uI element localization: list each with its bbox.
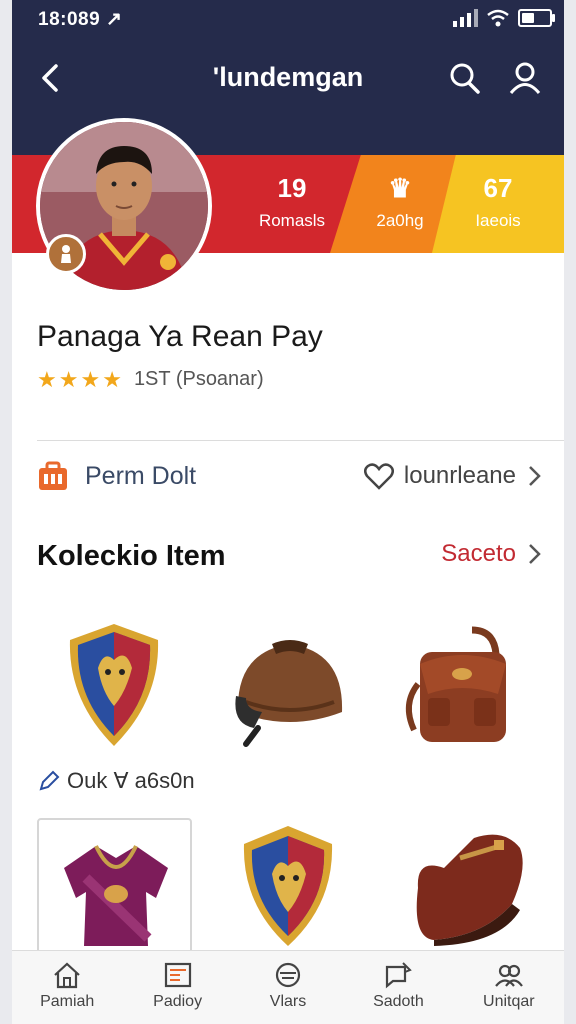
favorite-label: lounrleane <box>403 462 516 489</box>
see-all-label: Saceto <box>441 540 516 567</box>
tab-label: Vlars <box>269 993 307 1010</box>
player-name: Panaga Ya Rean Pay <box>37 320 323 353</box>
chevron-right-icon <box>529 544 541 564</box>
crest-icon[interactable] <box>64 620 164 750</box>
search-icon[interactable] <box>448 60 482 96</box>
edit-icon <box>39 770 60 791</box>
tab-home[interactable]: Pamiah <box>12 951 122 1024</box>
stat-label: Iaeois <box>475 211 521 230</box>
divider <box>37 440 564 441</box>
profile-icon[interactable] <box>508 60 542 96</box>
signal-icon <box>453 9 478 27</box>
tab-label: Sadoth <box>373 993 424 1010</box>
tab-label: Pamiah <box>40 993 95 1010</box>
jersey-icon[interactable] <box>56 838 176 948</box>
news-icon <box>164 962 191 988</box>
perm-dolt-button[interactable]: Perm Dolt <box>37 458 196 494</box>
tab-label: Unitqar <box>483 993 535 1010</box>
wifi-icon <box>487 9 509 27</box>
star-icon: ★ <box>58 366 79 392</box>
sub-label: Ouk ∀ a6s0n <box>37 768 195 794</box>
tab-community[interactable]: Unitqar <box>454 951 564 1024</box>
rating: ★ ★ ★ ★ 1ST (Psoanar) <box>37 368 264 391</box>
badge-icon <box>46 234 86 274</box>
tab-chat[interactable]: Sadoth <box>343 951 453 1024</box>
store-icon <box>39 461 67 490</box>
stat-label: Romasls <box>258 211 326 230</box>
home-icon <box>54 962 80 989</box>
users-icon <box>494 964 523 987</box>
chat-icon <box>386 962 413 989</box>
sub-label-text: Ouk ∀ a6s0n <box>67 768 195 793</box>
stat-romasls[interactable]: 19 Romasls <box>232 155 352 253</box>
star-icon: ★ <box>102 366 122 392</box>
rating-text: 1ST (Psoanar) <box>133 368 264 390</box>
section-title: Koleckio Item <box>37 540 226 572</box>
heart-icon <box>363 463 394 490</box>
ball-icon <box>275 962 301 988</box>
phone-screen: 18:089 ↗ 'lundemgan 19 Romasls ♛ 2a0hg 6… <box>12 0 564 1024</box>
star-icon: ★ <box>37 366 57 392</box>
status-icons <box>452 8 555 28</box>
helmet-icon[interactable] <box>228 632 352 750</box>
status-time: 18:089 ↗ <box>38 9 123 30</box>
shoe-icon[interactable] <box>404 828 534 946</box>
tab-news[interactable]: Padioy <box>122 951 232 1024</box>
perm-dolt-label: Perm Dolt <box>85 461 197 490</box>
star-icon: ★ <box>80 366 101 392</box>
tab-label: Padioy <box>153 993 203 1010</box>
see-all-link[interactable]: Saceto <box>441 540 542 568</box>
tab-matches[interactable]: Vlars <box>233 951 343 1024</box>
tab-bar: Pamiah Padioy Vlars Sadoth Unitqar <box>12 950 564 1024</box>
stat-value: 19 <box>277 173 307 203</box>
crest-icon[interactable] <box>238 824 338 950</box>
backpack-icon[interactable] <box>398 624 518 750</box>
battery-icon <box>518 9 555 27</box>
stat-value: 67 <box>483 173 513 203</box>
chevron-right-icon <box>529 466 541 486</box>
favorite-button[interactable]: lounrleane <box>363 458 542 494</box>
